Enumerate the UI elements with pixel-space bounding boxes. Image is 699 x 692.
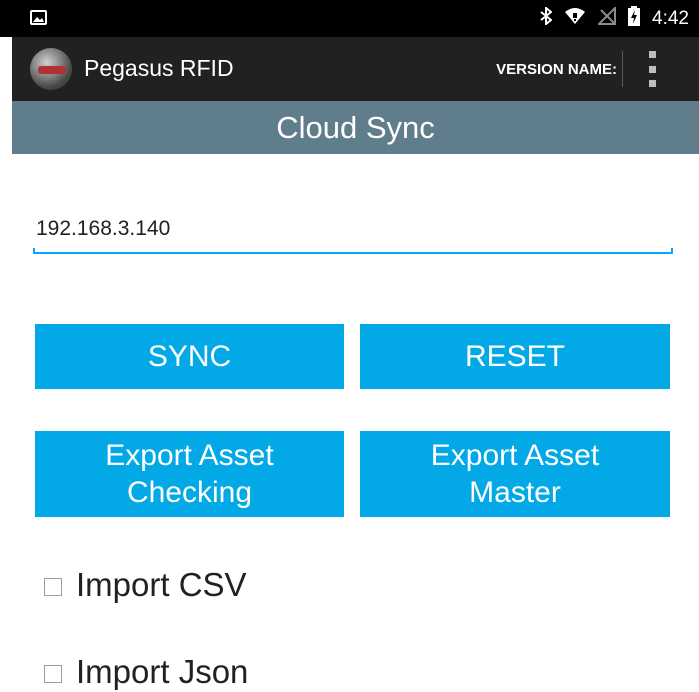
no-signal-icon bbox=[596, 5, 617, 30]
bluetooth-icon bbox=[540, 5, 553, 30]
version-name-label: VERSION NAME: bbox=[496, 61, 617, 78]
wifi-icon bbox=[564, 7, 586, 30]
export-asset-checking-button[interactable]: Export Asset Checking bbox=[35, 431, 344, 517]
export-asset-master-label: Export Asset Master bbox=[430, 438, 600, 510]
import-json-checkbox[interactable] bbox=[44, 664, 62, 683]
reset-button[interactable]: RESET bbox=[360, 324, 670, 389]
import-csv-checkbox-row[interactable]: Import CSV bbox=[44, 565, 247, 605]
overflow-menu-icon[interactable] bbox=[645, 51, 659, 87]
status-icons: 4:42 bbox=[540, 0, 689, 37]
page-title: Cloud Sync bbox=[276, 110, 435, 145]
screen: 4:42 Pegasus RFID VERSION NAME: Cloud Sy… bbox=[0, 0, 699, 692]
status-time: 4:42 bbox=[652, 7, 689, 29]
app-bar: Pegasus RFID VERSION NAME: bbox=[12, 37, 699, 101]
battery-charging-icon bbox=[628, 6, 641, 31]
import-csv-label: Import CSV bbox=[76, 566, 247, 603]
server-ip-input[interactable] bbox=[33, 210, 673, 254]
status-bar: 4:42 bbox=[0, 0, 699, 37]
import-json-checkbox-row[interactable]: Import Json bbox=[44, 652, 248, 692]
sync-button[interactable]: SYNC bbox=[35, 324, 344, 389]
app-logo bbox=[30, 48, 72, 90]
app-title: Pegasus RFID bbox=[84, 55, 234, 81]
import-csv-checkbox[interactable] bbox=[44, 577, 62, 596]
image-icon bbox=[30, 10, 47, 25]
title-bar: Cloud Sync bbox=[12, 101, 699, 154]
export-asset-checking-label: Export Asset Checking bbox=[105, 438, 274, 510]
divider bbox=[622, 51, 623, 87]
export-asset-master-button[interactable]: Export Asset Master bbox=[360, 431, 670, 517]
import-json-label: Import Json bbox=[76, 653, 249, 690]
